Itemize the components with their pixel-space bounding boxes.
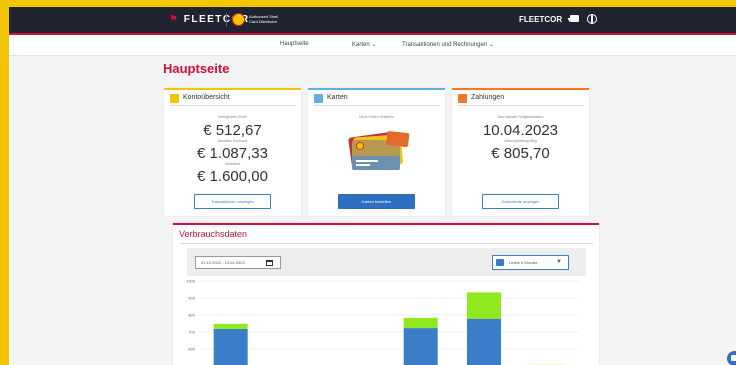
chevron-down-icon: ⌄ [371, 42, 377, 48]
card-icon [314, 94, 323, 103]
order-cards-button[interactable]: Karten bestellen [338, 194, 415, 209]
nav-item-transactions[interactable]: Transaktionen und Rechnungen ⌄ [402, 41, 494, 48]
account-label: FLEETCOR [519, 15, 563, 24]
fuel-cards-illustration [348, 131, 410, 170]
account-menu[interactable]: FLEETCOR▼ [519, 15, 573, 24]
bar-segment-top[interactable] [403, 317, 438, 329]
globe-icon[interactable] [587, 14, 597, 24]
brand-mark-icon: ⚑ [169, 14, 180, 25]
show-transactions-button[interactable]: Transaktionen anzeigen [194, 194, 271, 209]
bar-segment-base[interactable] [403, 328, 438, 365]
usage-panel: Verbrauchsdaten 01.10.2022 - 13.04.2023 … [173, 223, 599, 365]
top-bar: ⚑ FLEETCOR Authorized Shell Card Distrib… [9, 7, 736, 35]
available-credit-label: Verfügbares Kredit [218, 115, 247, 119]
bar-segment-top[interactable] [213, 323, 248, 329]
balance-label: Aktuelles Kontosoll [217, 139, 248, 143]
y-tick-label: 900 [188, 296, 195, 301]
nav-label: Hauptseite [280, 41, 309, 47]
balance-value: € 1.087,33 [197, 145, 268, 162]
account-overview-card: Kontoübersicht Verfügbares Kredit € 512,… [164, 88, 301, 216]
nav-item-home[interactable]: Hauptseite [280, 41, 309, 47]
available-credit-value: € 512,67 [203, 122, 262, 139]
card-accent [452, 88, 589, 90]
usage-chart: 1000900800700600500 [186, 279, 579, 365]
app-window: ⚑ FLEETCOR Authorized Shell Card Distrib… [9, 7, 736, 365]
nav-label: Transaktionen und Rechnungen [402, 42, 488, 48]
y-tick-label: 600 [188, 347, 195, 352]
y-tick-label: 1000 [186, 279, 196, 284]
card-accent [164, 88, 301, 90]
main-nav: Hauptseite Karten ⌄ Transaktionen und Re… [9, 35, 736, 56]
chevron-down-icon: ⌄ [488, 42, 494, 48]
card-header: Kontoübersicht [170, 94, 295, 106]
cards-card: Karten Neue Karten bestellen Karten best… [308, 88, 445, 216]
order-cards-label: Neue Karten bestellen [359, 115, 394, 119]
amount-due-value: € 805,70 [491, 145, 550, 162]
partner-text: Authorized Shell Card Distributor [249, 14, 279, 24]
due-date-value: 10.04.2023 [482, 122, 559, 139]
credit-limit-label: Kreditlimit [224, 162, 241, 166]
bar-segment-base[interactable] [213, 328, 248, 365]
y-tick-label: 800 [188, 313, 195, 318]
y-tick-label: 700 [188, 330, 195, 335]
card-title: Zahlungen [471, 94, 505, 101]
bar-segment-top[interactable] [467, 292, 501, 319]
card-title: Karten [327, 94, 348, 101]
show-documents-button[interactable]: Dokumente anzeigen [482, 194, 559, 209]
brand-divider [226, 13, 227, 27]
card-header: Karten [314, 94, 439, 106]
nav-label: Karten [352, 42, 370, 48]
credit-limit-value: € 1.600,00 [197, 168, 268, 185]
chat-button[interactable] [727, 351, 736, 365]
shell-logo-icon [232, 13, 245, 26]
cart-icon[interactable] [570, 15, 579, 22]
amount-due-label: Zahlungsbetrag fällig [504, 139, 537, 143]
bar-segment-base[interactable] [467, 318, 501, 365]
payment-icon [458, 94, 467, 103]
payments-card: Zahlungen Das nächste Fälligkeitsdatum 1… [452, 88, 589, 216]
card-header: Zahlungen [458, 94, 583, 106]
card-accent [308, 88, 445, 90]
nav-item-cards[interactable]: Karten ⌄ [352, 41, 376, 48]
due-date-label: Das nächste Fälligkeitsdatum [497, 115, 544, 119]
card-title: Kontoübersicht [183, 94, 230, 101]
page-title: Hauptseite [163, 61, 230, 76]
wallet-icon [170, 94, 179, 103]
